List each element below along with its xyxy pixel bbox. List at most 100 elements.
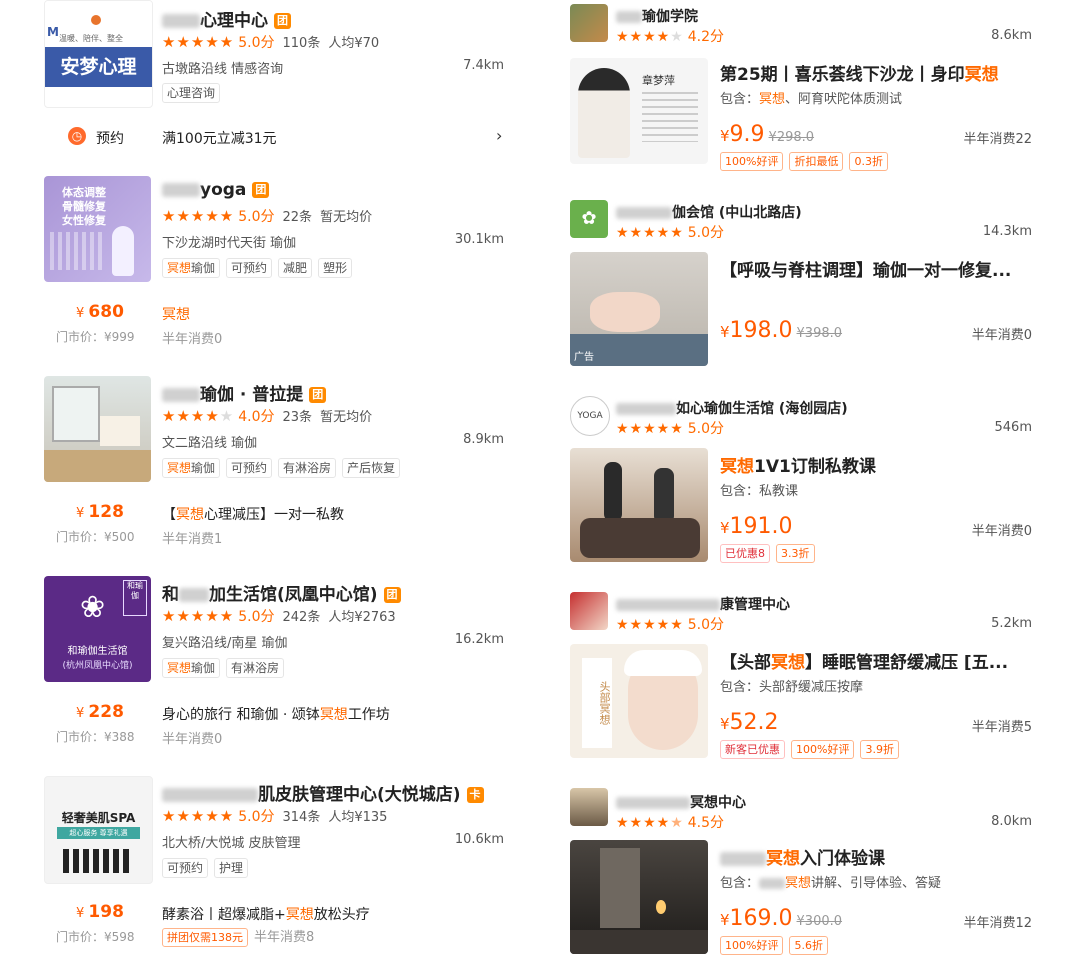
- shop-avatar: [570, 592, 608, 630]
- shop-card[interactable]: 瑜伽 · 普拉提团 ★★★★★ 4.0分 23条 暂无均价 文二路沿线 瑜伽 8.9k…: [0, 370, 540, 560]
- shop-thumbnail[interactable]: [44, 376, 151, 482]
- deal-price: ¥ 198: [76, 902, 124, 922]
- rating-stars: ★★★★★ 5.0分: [616, 617, 725, 633]
- shop-thumbnail[interactable]: 和瑜伽 ❀ 和瑜伽生活馆 (杭州凤凰中心馆): [44, 576, 151, 682]
- group-buy-badge: 团: [252, 182, 270, 198]
- shop-name[interactable]: 康管理中心: [616, 594, 790, 614]
- original-price: 门市价：¥598: [56, 930, 135, 944]
- deal-tags: 100%好评 5.6折: [720, 934, 834, 955]
- shop-avatar: YOGA: [570, 396, 610, 436]
- group-buy-badge: 团: [274, 13, 291, 29]
- blurred-text: [616, 207, 672, 219]
- shop-distance: 5.2km: [991, 616, 1032, 631]
- deal-thumbnail[interactable]: [570, 840, 708, 954]
- shop-distance: 546m: [994, 420, 1032, 435]
- deal-price: ¥ 128: [76, 502, 124, 522]
- shop-distance: 7.4km: [463, 58, 504, 73]
- deal-thumbnail[interactable]: 章梦萍: [570, 58, 708, 164]
- shop-location: 北大桥/大悦城 皮肤管理: [162, 836, 301, 851]
- deal-price: ¥ 680: [76, 302, 124, 322]
- deal-sales: 半年消费0: [162, 732, 223, 747]
- deal-tags: 已优惠8 3.3折: [720, 542, 821, 563]
- shop-card[interactable]: 康管理中心 ★★★★★ 5.0分 5.2km 头部冥想 【头部冥想】睡眠管理舒缓减…: [540, 588, 1080, 768]
- shop-card[interactable]: 和瑜伽 ❀ 和瑜伽生活馆 (杭州凤凰中心馆) 和加生活馆(凤凰中心馆) 团 ★★★…: [0, 570, 540, 760]
- shop-card[interactable]: ✿ 伽会馆 (中山北路店) ★★★★★ 5.0分 14.3km 广告 【呼吸与脊柱…: [540, 196, 1080, 376]
- deal-sales: 半年消费0: [971, 524, 1032, 539]
- deal-thumbnail[interactable]: 头部冥想: [570, 644, 708, 758]
- shop-tags: 可预约 护理: [162, 857, 254, 878]
- blurred-text: [179, 588, 209, 602]
- rating-stars: ★★★★★ 4.0分 23条 暂无均价: [162, 407, 373, 425]
- shop-card[interactable]: 轻奢美肌SPA 超心服务 尊享礼遇 肌皮肤管理中心(大悦城店) 卡 ★★★★★ 5.…: [0, 770, 540, 960]
- lotus-icon: ❀: [80, 590, 106, 625]
- deal-price: ¥198.0 ¥398.0: [720, 318, 843, 343]
- reserve-icon: ◷: [68, 127, 86, 145]
- blurred-text: [162, 183, 200, 197]
- shop-title[interactable]: yoga 团: [162, 180, 270, 200]
- shop-avatar: [570, 788, 608, 826]
- reserve-label: 预约: [96, 131, 124, 147]
- deal-title[interactable]: 【冥想心理减压】一对一私教: [162, 504, 344, 524]
- shop-tags: 冥想瑜伽 有淋浴房: [162, 657, 290, 678]
- shop-name[interactable]: 伽会馆 (中山北路店): [616, 202, 802, 222]
- deal-includes: 包含：头部舒缓减压按摩: [720, 680, 864, 695]
- deal-includes: 包含： 冥想讲解、引导体验、答疑: [720, 876, 942, 891]
- deal-price: ¥9.9 ¥298.0: [720, 122, 815, 147]
- thumbnail-subtitle: 超心服务 尊享礼遇: [57, 827, 140, 839]
- shop-location: 下沙龙湖时代天街 瑜伽: [162, 236, 297, 251]
- shop-name[interactable]: 如心瑜伽生活馆 (海创园店): [616, 398, 848, 418]
- shop-card[interactable]: 瑜伽学院 ★★★★★ 4.2分 8.6km 章梦萍 第25期丨喜乐荟线下沙龙丨身印…: [540, 0, 1080, 180]
- shop-card[interactable]: 体态调整 骨髓修复 女性修复 yoga 团 ★★★★★ 5.0分 22条 暂无均价 下沙龙湖…: [0, 170, 540, 360]
- shop-title[interactable]: 和加生活馆(凤凰中心馆) 团: [162, 580, 401, 605]
- shop-avatar: [570, 4, 608, 42]
- deal-sales: 半年消费22: [963, 132, 1032, 147]
- shop-location: 古墩路沿线 情感咨询: [162, 62, 284, 77]
- shop-card[interactable]: 冥想中心 ★★★★★ 4.5分 8.0km 冥想入门体验课 包含： 冥想讲解、引导体…: [540, 784, 1080, 968]
- deal-tags: 100%好评 折扣最低 0.3折: [720, 150, 894, 171]
- shop-thumbnail[interactable]: M 温暖、陪伴、整全 安梦心理: [44, 0, 153, 108]
- deal-title[interactable]: 第25期丨喜乐荟线下沙龙丨身印冥想: [720, 60, 999, 85]
- thumbnail-tag: 和瑜伽: [123, 580, 147, 616]
- shop-thumbnail[interactable]: 体态调整 骨髓修复 女性修复: [44, 176, 151, 282]
- deal-price: ¥191.0: [720, 514, 793, 539]
- rating-stars: ★★★★★ 5.0分 110条 人均¥70: [162, 33, 380, 51]
- deal-title[interactable]: 身心的旅行 和瑜伽 · 颂钵冥想工作坊: [162, 704, 390, 724]
- thumbnail-title: 和瑜伽生活馆: [67, 646, 128, 657]
- deal-thumbnail[interactable]: 广告: [570, 252, 708, 366]
- deal-title[interactable]: 冥想: [162, 304, 190, 324]
- deal-includes: 包含：私教课: [720, 484, 799, 499]
- shop-title[interactable]: 瑜伽 · 普拉提团: [162, 380, 327, 405]
- shop-location: 文二路沿线 瑜伽: [162, 436, 258, 451]
- blurred-text: [616, 599, 720, 611]
- original-price: 门市价：¥999: [56, 330, 135, 344]
- blurred-text: [162, 388, 200, 402]
- deal-title[interactable]: 冥想1V1订制私教课: [720, 452, 876, 477]
- shop-tags: 冥想瑜伽 可预约 减肥 塑形: [162, 257, 358, 278]
- blurred-text: [616, 797, 690, 809]
- right-column: 瑜伽学院 ★★★★★ 4.2分 8.6km 章梦萍 第25期丨喜乐荟线下沙龙丨身印…: [540, 0, 1080, 968]
- reserve-offer[interactable]: 满100元立减31元: [162, 128, 277, 148]
- deal-title[interactable]: 【头部冥想】睡眠管理舒缓减压 [五...: [720, 648, 1008, 673]
- shop-title[interactable]: 心理中心团: [162, 6, 291, 31]
- deal-price: ¥ 228: [76, 702, 124, 722]
- chevron-right-icon[interactable]: ›: [496, 126, 502, 145]
- blurred-text: [162, 788, 258, 802]
- thumbnail-subtitle: (杭州凤凰中心馆): [62, 661, 133, 671]
- deal-title[interactable]: 酵素浴丨超爆减脂+冥想放松头疗: [162, 904, 370, 924]
- shop-thumbnail[interactable]: 轻奢美肌SPA 超心服务 尊享礼遇: [44, 776, 153, 884]
- shop-name[interactable]: 瑜伽学院: [616, 6, 698, 26]
- deal-title[interactable]: 冥想入门体验课: [720, 844, 885, 869]
- shop-name[interactable]: 冥想中心: [616, 792, 746, 812]
- shop-distance: 8.0km: [991, 814, 1032, 829]
- deal-sales: 半年消费0: [162, 332, 223, 347]
- thumbnail-subtitle: 温暖、陪伴、整全: [59, 34, 123, 43]
- shop-card[interactable]: M 温暖、陪伴、整全 安梦心理 心理中心团 ★★★★★ 5.0分 110条 人均¥70…: [0, 0, 540, 160]
- shop-title[interactable]: 肌皮肤管理中心(大悦城店) 卡: [162, 780, 484, 805]
- group-buy-badge: 团: [383, 587, 401, 603]
- thumbnail-title: 安梦心理: [45, 47, 152, 87]
- deal-thumbnail[interactable]: [570, 448, 708, 562]
- shop-card[interactable]: YOGA 如心瑜伽生活馆 (海创园店) ★★★★★ 5.0分 546m 冥想1V1…: [540, 392, 1080, 572]
- rating-stars: ★★★★★ 5.0分 242条 人均¥2763: [162, 607, 396, 625]
- shop-tags: 冥想瑜伽 可预约 有淋浴房 产后恢复: [162, 457, 406, 478]
- deal-title[interactable]: 【呼吸与脊柱调理】瑜伽一对一修复...: [720, 256, 1011, 281]
